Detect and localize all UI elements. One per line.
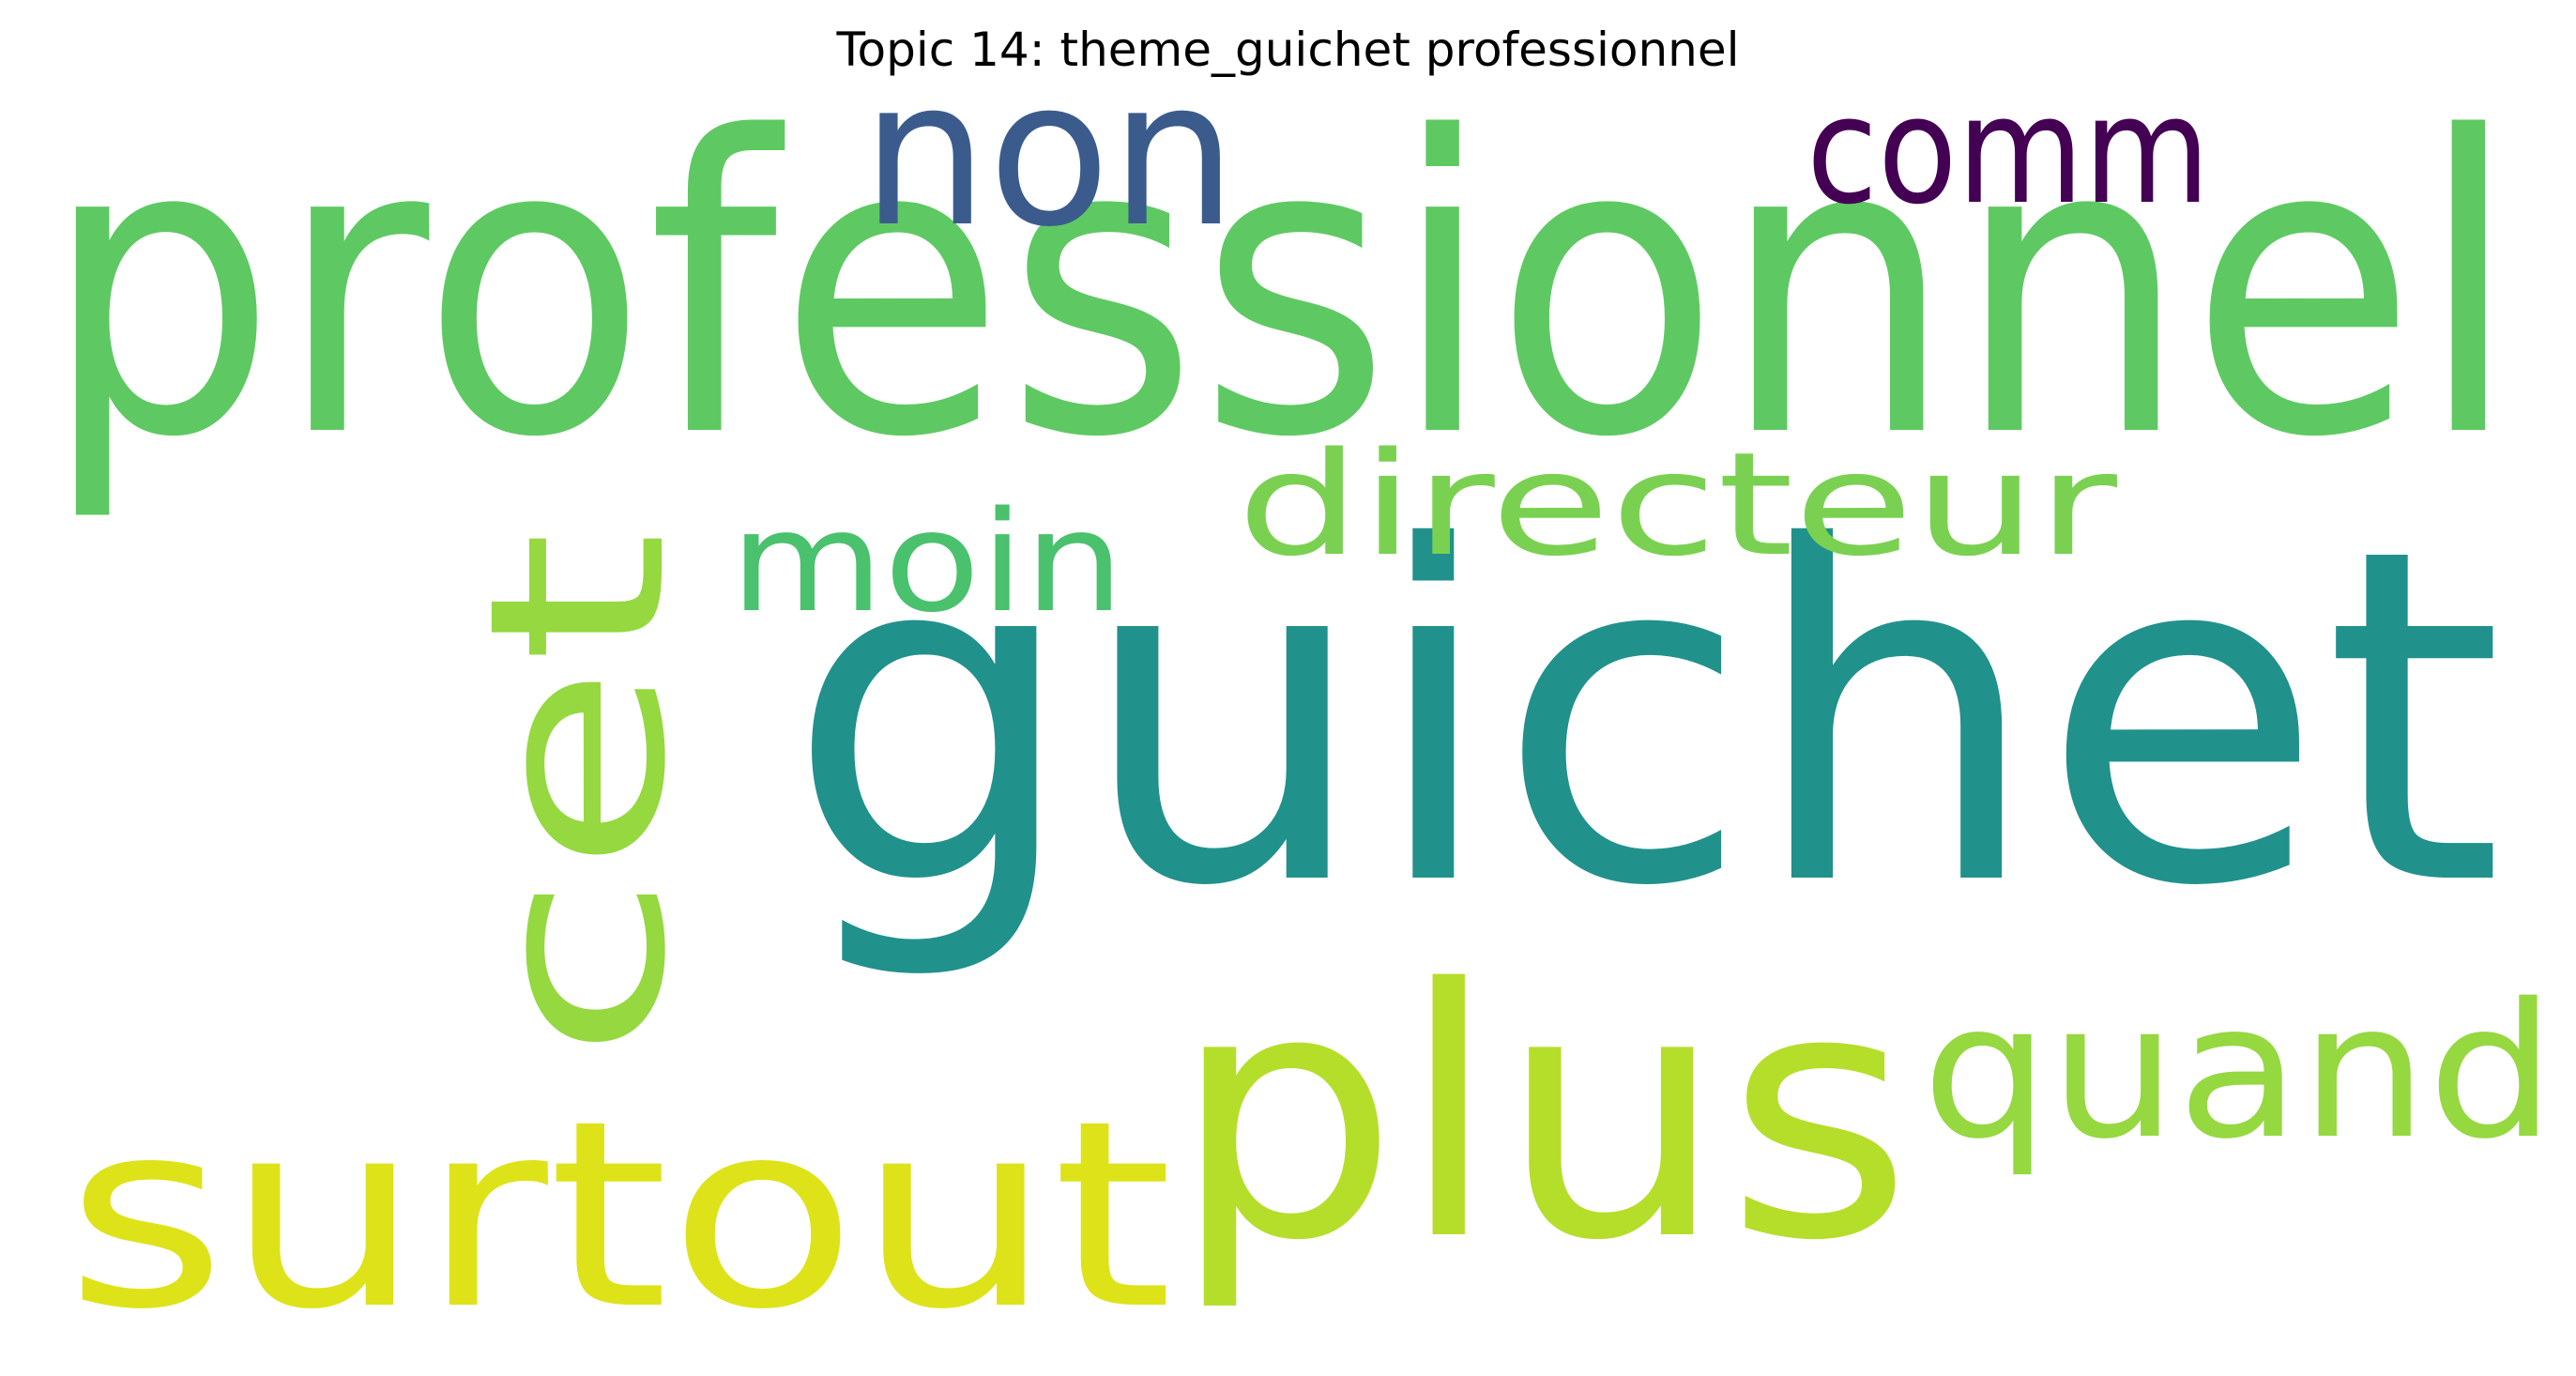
word-cet: cet <box>437 530 719 1061</box>
word-surtout: surtout <box>66 1065 1173 1366</box>
word-moin: moin <box>730 482 1124 643</box>
word-comm: comm <box>1806 65 2210 237</box>
word-directeur: directeur <box>1237 421 2118 588</box>
wordcloud-figure: Topic 14: theme_guichet professionnel pr… <box>0 0 2576 1376</box>
word-plus: plus <box>1171 917 1913 1316</box>
word-non: non <box>861 36 1237 271</box>
word-cloud: professionnel guichet plus surtout non q… <box>42 36 2555 1366</box>
word-quand: quand <box>1922 963 2555 1180</box>
